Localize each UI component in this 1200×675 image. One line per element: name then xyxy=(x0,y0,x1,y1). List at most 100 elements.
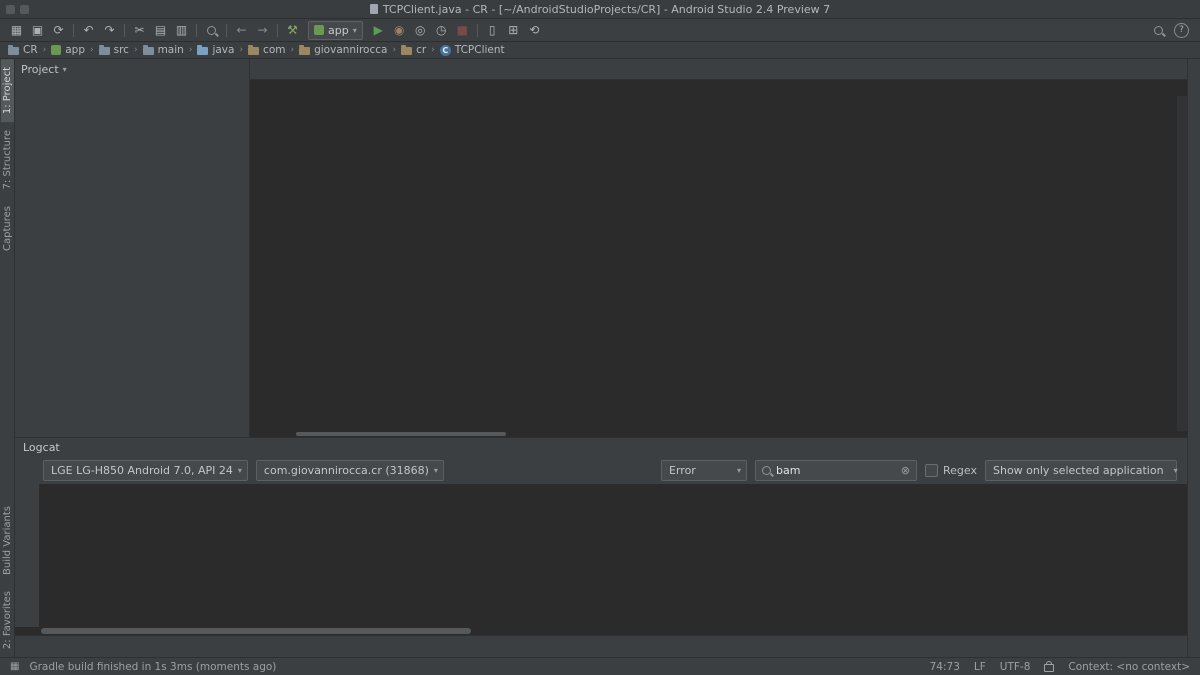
editor-breadcrumbs xyxy=(250,80,1187,96)
caret-position[interactable]: 74:73 xyxy=(930,661,960,673)
debug-icon[interactable]: ◉ xyxy=(389,21,410,40)
editor-column xyxy=(250,59,1187,437)
logcat-output[interactable] xyxy=(39,484,1187,627)
breadcrumb-item[interactable]: CR xyxy=(8,44,38,56)
scrollbar-thumb[interactable] xyxy=(296,432,506,436)
search-everywhere-icon[interactable] xyxy=(1148,21,1169,40)
breadcrumb-separator: › xyxy=(392,45,397,55)
process-label: com.giovannirocca.cr (31868) xyxy=(263,463,429,477)
magnifier-glass xyxy=(207,25,216,35)
left-tool-strip: 1: Project 7: Structure Captures Build Vari… xyxy=(0,59,15,657)
regex-checkbox[interactable] xyxy=(925,463,939,477)
gradle-sync-icon[interactable]: ⟲ xyxy=(524,21,545,40)
tool-strip-button[interactable]: Build Variants xyxy=(1,498,14,583)
editor-tab-bar xyxy=(250,59,1187,80)
profiler-icon[interactable]: ◷ xyxy=(431,21,452,40)
clear-search-icon[interactable]: ⊗ xyxy=(901,464,910,477)
chevron-down-icon[interactable]: ▾ xyxy=(63,65,67,74)
breadcrumb-separator: › xyxy=(239,45,244,55)
breadcrumb-item[interactable]: com xyxy=(248,44,285,56)
breadcrumb-separator: › xyxy=(90,45,94,55)
window-control-icon[interactable] xyxy=(20,4,29,14)
breadcrumb-item[interactable]: main xyxy=(142,44,184,56)
find-icon[interactable] xyxy=(201,21,222,40)
lock-icon[interactable] xyxy=(1044,660,1055,672)
sdk-manager-icon[interactable]: ⊞ xyxy=(503,21,524,40)
scrollbar-thumb[interactable] xyxy=(41,628,471,634)
logcat-level-select[interactable]: Error ▾ xyxy=(661,459,748,481)
redo-icon[interactable]: ↷ xyxy=(99,21,120,40)
breadcrumb-label: giovannirocca xyxy=(314,44,388,56)
stop-icon[interactable]: ■ xyxy=(452,21,473,40)
run-config-select[interactable]: app ▾ xyxy=(308,20,363,40)
editor-hscrollbar[interactable] xyxy=(250,431,1187,437)
error-stripe[interactable] xyxy=(1177,96,1187,431)
save-icon[interactable]: ▣ xyxy=(27,21,48,40)
breadcrumb-item[interactable]: TCPClient xyxy=(439,44,505,56)
chevron-down-icon: ▾ xyxy=(737,465,742,475)
logcat-header: Logcat xyxy=(15,438,1187,456)
project-tree xyxy=(15,79,249,437)
toolbar-separator xyxy=(476,23,478,37)
breadcrumb-label: CR xyxy=(23,44,38,56)
file-encoding[interactable]: UTF-8 xyxy=(1000,661,1031,673)
window-controls[interactable] xyxy=(6,4,29,14)
breadcrumb-label: src xyxy=(113,44,129,56)
run-icon[interactable]: ▶ xyxy=(368,21,389,40)
logcat-hscrollbar[interactable] xyxy=(15,627,1187,635)
level-label: Error xyxy=(669,463,696,477)
back-icon[interactable]: ← xyxy=(231,21,252,40)
logcat-process-select[interactable]: com.giovannirocca.cr (31868) ▾ xyxy=(255,459,444,481)
tool-strip-button[interactable]: 1: Project xyxy=(0,59,14,123)
breadcrumb-label: app xyxy=(65,44,86,56)
cut-icon[interactable]: ✂ xyxy=(129,21,150,40)
breadcrumb-item[interactable]: java xyxy=(197,44,234,56)
workspace: Project ▾ xyxy=(15,59,1187,437)
folder-icon xyxy=(98,45,110,55)
code-editor[interactable] xyxy=(250,96,1177,431)
logcat-side-toolbar xyxy=(15,484,39,627)
main-area: 1: Project 7: Structure Captures Build Vari… xyxy=(0,59,1200,657)
undo-icon[interactable]: ↶ xyxy=(78,21,99,40)
chevron-down-icon: ▾ xyxy=(237,465,242,475)
tool-strip-button[interactable]: 2: Favorites xyxy=(1,583,14,657)
pkg-icon xyxy=(248,45,260,55)
paste-icon[interactable]: ▥ xyxy=(171,21,192,40)
line-separator[interactable]: LF xyxy=(974,661,986,673)
logcat-title[interactable]: Logcat xyxy=(23,441,60,454)
breadcrumb-label: com xyxy=(263,44,286,56)
project-panel-header: Project ▾ xyxy=(15,59,249,79)
avd-manager-icon[interactable]: ▯ xyxy=(482,21,503,40)
context-indicator[interactable]: Context: <no context> xyxy=(1068,661,1190,673)
bottom-tool-bar xyxy=(15,635,1187,657)
tool-strip-button[interactable]: 7: Structure xyxy=(1,122,14,197)
folder-icon xyxy=(142,45,154,55)
forward-icon[interactable]: → xyxy=(252,21,273,40)
tool-strip-button[interactable]: Captures xyxy=(1,198,14,259)
coverage-icon[interactable]: ◎ xyxy=(410,21,431,40)
pkg-icon xyxy=(401,45,413,55)
copy-icon[interactable]: ▤ xyxy=(150,21,171,40)
window-control-icon[interactable] xyxy=(6,4,15,14)
logcat-device-select[interactable]: LGE LG-H850 Android 7.0, API 24 ▾ xyxy=(43,459,248,481)
toolbar-separator xyxy=(277,23,278,37)
logcat-search-box: ⊗ xyxy=(755,459,918,481)
logcat-search-input[interactable] xyxy=(776,463,896,477)
logcat-body xyxy=(15,484,1187,627)
toolwindow-switcher-icon[interactable]: ▦ xyxy=(10,661,19,672)
breadcrumb-item[interactable]: giovannirocca xyxy=(299,44,387,56)
center-column: Project ▾ Logcat LGE LG-H850 Android 7.0… xyxy=(15,59,1187,657)
breadcrumb-item[interactable]: src xyxy=(98,44,129,56)
logcat-filter-select[interactable]: Show only selected application ▾ xyxy=(985,459,1178,481)
help-icon[interactable]: ? xyxy=(1174,22,1189,38)
breadcrumb-item[interactable]: app xyxy=(51,44,85,56)
main-toolbar: ▦ ▣ ⟳ ↶ ↷ ✂ ▤ ▥ ← → ⚒ app ▾ ▶ ◉ ◎ ◷ ■ ▯ ⊞ ⟲? xyxy=(0,19,1200,42)
sync-icon[interactable]: ⟳ xyxy=(48,21,69,40)
breadcrumb-separator: › xyxy=(133,45,138,55)
breadcrumb-item[interactable]: cr xyxy=(401,44,426,56)
build-icon[interactable]: ⚒ xyxy=(282,21,303,40)
status-message: Gradle build finished in 1s 3ms (moments… xyxy=(29,660,277,673)
project-panel-title[interactable]: Project xyxy=(21,63,59,76)
module-icon xyxy=(51,45,62,55)
open-icon[interactable]: ▦ xyxy=(6,21,27,40)
